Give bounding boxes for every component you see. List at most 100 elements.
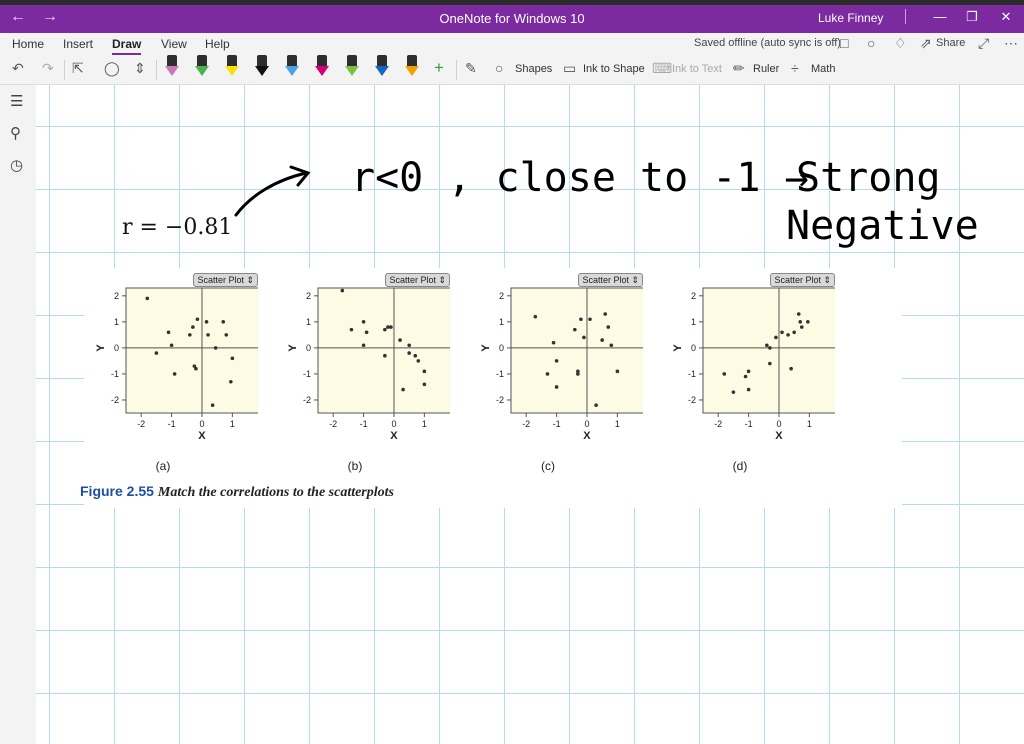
data-point (195, 317, 200, 322)
draw-toolbar: ↶ ↷ ⇱ ◯ ⇕ + ✎ ○ Shapes ▭ Ink to Shape ⌨ … (0, 55, 1024, 85)
title-bar: ← → OneNote for Windows 10 Luke Finney —… (0, 0, 1024, 33)
tab-help[interactable]: Help (205, 37, 230, 51)
notebooks-icon[interactable]: ☰ (10, 92, 23, 110)
data-point (554, 385, 559, 389)
pen-magenta-icon[interactable] (315, 55, 329, 79)
shapes-icon[interactable]: ○ (495, 60, 503, 76)
ruler-icon[interactable]: ✏ (733, 60, 745, 77)
data-point (416, 359, 421, 363)
close-icon[interactable]: ✕ (996, 9, 1016, 25)
figure-caption-text: Match the correlations to the scatterplo… (157, 485, 394, 500)
ink-replay-icon[interactable]: ✎ (465, 60, 477, 77)
undo-icon[interactable]: ↶ (12, 60, 24, 77)
recent-icon[interactable]: ◷ (10, 156, 23, 174)
bell-icon[interactable]: ♢ (894, 35, 907, 52)
scatter-plot-dropdown[interactable]: Scatter Plot ⇕ (385, 273, 450, 287)
expand-icon[interactable]: ⤢ (978, 35, 989, 52)
type-select-icon[interactable]: ⇱ (72, 60, 84, 77)
scatter-plot-dropdown[interactable]: Scatter Plot ⇕ (770, 273, 835, 287)
data-point (229, 379, 233, 384)
lasso-select-icon[interactable]: ◯ (104, 60, 120, 77)
data-point (361, 343, 366, 348)
data-point (573, 327, 577, 332)
tab-view[interactable]: View (161, 37, 187, 51)
data-point (169, 343, 174, 348)
panel-label: (a) (155, 459, 171, 473)
search-icon[interactable]: ⚲ (10, 124, 21, 142)
tab-draw[interactable]: Draw (112, 37, 142, 55)
y-tick-label: 1 (499, 317, 504, 327)
tab-home[interactable]: Home (12, 37, 44, 51)
data-point (166, 330, 171, 335)
add-space-icon[interactable]: ⇕ (134, 60, 146, 77)
highlighter-blue-icon[interactable] (285, 55, 299, 79)
scatter-plot-dropdown[interactable]: Scatter Plot ⇕ (193, 273, 258, 287)
data-point (603, 312, 608, 316)
maximize-icon[interactable]: ❐ (962, 9, 982, 25)
y-tick-label: -1 (303, 369, 311, 379)
y-tick-label: 0 (499, 343, 504, 353)
x-tick-label: -2 (714, 419, 722, 429)
share-icon[interactable]: ⇗ (920, 35, 932, 52)
pen-blue-icon[interactable] (375, 55, 389, 79)
x-axis-label: X (198, 430, 206, 442)
data-point (401, 387, 405, 392)
ink-to-shape-icon[interactable]: ▭ (563, 60, 576, 77)
taskbar-strip (0, 0, 1024, 5)
share-button[interactable]: Share (936, 37, 965, 49)
scatter-plot-c: -2-1012-2-1012XY (480, 287, 667, 442)
sync-status: Saved offline (auto sync is off) (694, 37, 841, 49)
figure-number: Figure 2.55 (80, 483, 154, 499)
add-pen-icon[interactable]: + (434, 58, 444, 78)
lightbulb-icon[interactable]: ○ (867, 35, 875, 51)
data-point (422, 382, 427, 387)
x-tick-label: -2 (137, 419, 145, 429)
minimize-icon[interactable]: — (930, 9, 950, 24)
x-tick-label: 0 (391, 419, 396, 429)
x-tick-label: -1 (360, 419, 368, 429)
pen-green-icon[interactable] (195, 55, 209, 79)
data-point (204, 320, 209, 324)
toolbar-separator (156, 60, 157, 80)
user-name[interactable]: Luke Finney (818, 11, 883, 25)
data-point (383, 353, 387, 358)
data-point (792, 330, 796, 335)
ink-negative: Negative (786, 203, 979, 249)
y-tick-label: 1 (306, 317, 311, 327)
x-tick-label: 1 (422, 419, 427, 429)
panel-label: (c) (541, 459, 555, 473)
data-point (221, 320, 226, 324)
math-icon[interactable]: ÷ (791, 60, 799, 76)
data-point (188, 333, 192, 337)
scatter-plot-a: -2-1012-2-1012XY (95, 287, 282, 442)
ink-to-text-button[interactable]: Ink to Text (672, 63, 722, 75)
ink-strong: Strong (796, 155, 941, 201)
ink-arrow (234, 171, 308, 217)
pen-pink-icon[interactable] (165, 55, 179, 79)
ruler-button[interactable]: Ruler (753, 63, 779, 75)
ink-to-shape-button[interactable]: Ink to Shape (583, 63, 645, 75)
data-point (615, 369, 620, 374)
scatter-plot-dropdown[interactable]: Scatter Plot ⇕ (578, 273, 643, 287)
data-point (746, 369, 751, 374)
math-button[interactable]: Math (811, 63, 835, 75)
notebook-icon[interactable]: □ (840, 35, 848, 51)
pen-black-icon[interactable] (255, 55, 269, 79)
shapes-button[interactable]: Shapes (515, 63, 552, 75)
y-tick-label: 2 (499, 291, 504, 301)
pen-lime-icon[interactable] (345, 55, 359, 79)
scatter-panel-a: Scatter Plot ⇕ -2-1012-2-1012XY (a) (88, 273, 282, 473)
tab-insert[interactable]: Insert (63, 37, 93, 51)
data-point (774, 335, 778, 340)
pen-orange-icon[interactable] (405, 55, 419, 79)
data-point (588, 317, 592, 322)
data-point (407, 343, 411, 348)
x-tick-label: -1 (745, 419, 753, 429)
data-point (731, 390, 736, 394)
highlighter-yellow-icon[interactable] (225, 55, 239, 79)
redo-icon[interactable]: ↷ (42, 60, 54, 77)
more-icon[interactable]: ⋯ (1004, 35, 1018, 52)
note-canvas[interactable]: r = −0.81 r<0 , close to -1 → Strong Neg… (36, 85, 1024, 744)
data-point (594, 403, 598, 407)
ink-to-text-icon[interactable]: ⌨ (652, 60, 672, 77)
